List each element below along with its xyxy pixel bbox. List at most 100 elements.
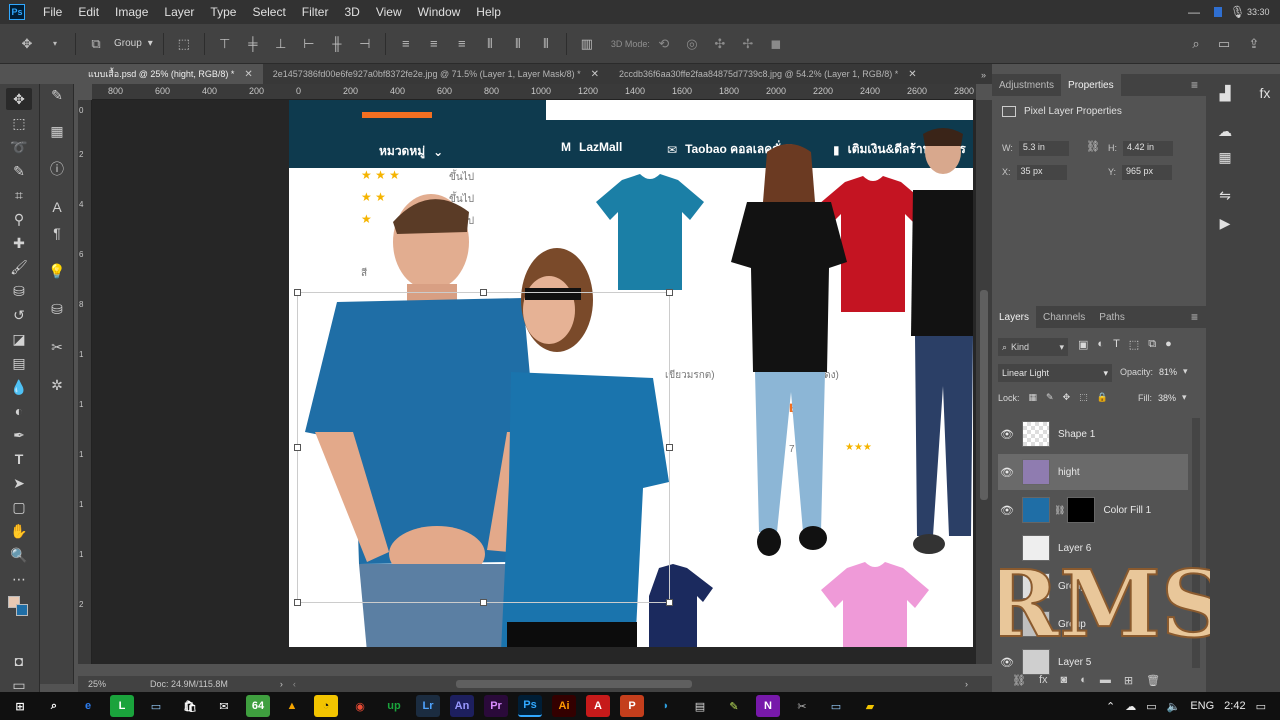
line-app-icon[interactable]: L [110, 695, 134, 717]
panel-menu-icon[interactable]: ≡ [1191, 78, 1198, 92]
new-group-icon[interactable]: ▬ [1100, 674, 1111, 687]
delete-layer-icon[interactable]: 🗑 [1146, 674, 1160, 687]
workspace-icon[interactable]: ▭ [1213, 33, 1235, 55]
filter-type-icon[interactable]: T [1113, 338, 1120, 351]
align-left-icon[interactable]: ⊢ [298, 33, 320, 55]
close-icon[interactable]: ✕ [591, 69, 599, 80]
premiere-icon[interactable]: Pr [484, 695, 508, 717]
history-panel-icon[interactable]: ✎ [46, 84, 68, 106]
link-proportions-icon[interactable]: ⛓ [1086, 140, 1100, 153]
horizontal-scroll-thumb[interactable] [455, 680, 692, 688]
stamp-tool-icon[interactable]: ⛁ [6, 280, 32, 302]
eraser-tool-icon[interactable]: ◪ [6, 328, 32, 350]
vertical-scrollbar[interactable] [976, 100, 992, 664]
light-bulb-icon[interactable]: 💡 [46, 260, 68, 282]
tab-layers[interactable]: Layers [992, 306, 1037, 328]
play-icon[interactable]: ▶ [1214, 212, 1236, 234]
distribute-hcenter-icon[interactable]: ⦀ [507, 33, 529, 55]
search-icon[interactable]: ⌕ [42, 695, 66, 717]
roll-3d-icon[interactable]: ◎ [681, 33, 703, 55]
filter-smart-object-icon[interactable]: ⧉ [1148, 338, 1156, 351]
filter-adjustment-icon[interactable]: ◐ [1097, 338, 1104, 351]
powerpoint-icon[interactable]: P [620, 695, 644, 717]
slide-3d-icon[interactable]: ✢ [737, 33, 759, 55]
tool-presets-icon[interactable]: ✂ [46, 336, 68, 358]
edge-app-icon[interactable]: ◗ [654, 695, 678, 717]
windows-start-icon[interactable]: ⊞ [8, 695, 32, 717]
photoshop-taskbar-icon[interactable]: Ps [518, 695, 542, 717]
layer-row-selected[interactable]: 👁 hight [998, 454, 1188, 490]
auto-align-icon[interactable]: ▥ [576, 33, 598, 55]
quick-select-tool-icon[interactable]: ✎ [6, 160, 32, 182]
opacity-input[interactable]: 81% [1159, 367, 1177, 377]
language-indicator[interactable]: ENG [1190, 700, 1214, 712]
drag-3d-icon[interactable]: ✣ [709, 33, 731, 55]
scroll-left-icon[interactable]: ‹ [293, 679, 296, 689]
upwork-icon[interactable]: up [382, 695, 406, 717]
transform-handle-top-left[interactable] [294, 289, 301, 296]
menu-edit[interactable]: Edit [70, 0, 107, 24]
transform-handle-top[interactable] [480, 289, 487, 296]
layer-style-icon[interactable]: fx [1039, 674, 1048, 687]
distribute-vcenter-icon[interactable]: ≡ [423, 33, 445, 55]
animate-icon[interactable]: An [450, 695, 474, 717]
new-layer-icon[interactable]: ⊞ [1124, 674, 1133, 687]
tab-overflow-icon[interactable]: » [981, 70, 986, 80]
align-top-icon[interactable]: ⊤ [214, 33, 236, 55]
width-input[interactable]: 5.3 in [1018, 140, 1069, 156]
distribute-left-icon[interactable]: ⦀ [479, 33, 501, 55]
character-panel-icon[interactable]: A [46, 196, 68, 218]
volume-icon[interactable]: 🔈 [1167, 700, 1181, 713]
link-layers-icon[interactable]: ⛓ [1012, 674, 1026, 687]
distribute-bottom-icon[interactable]: ≡ [451, 33, 473, 55]
navigator-icon[interactable]: ✲ [46, 374, 68, 396]
notifications-icon[interactable]: ▭ [1256, 700, 1266, 713]
tools-app-icon[interactable]: ✂ [790, 695, 814, 717]
sticky-app-icon[interactable]: ◔ [314, 695, 338, 717]
eyedropper-tool-icon[interactable]: ⚲ [6, 208, 32, 230]
height-input[interactable]: 4.42 in [1123, 140, 1173, 156]
menu-window[interactable]: Window [410, 0, 469, 24]
taskbar-clock[interactable]: 2:42 [1224, 700, 1245, 712]
paragraph-panel-icon[interactable]: ¶ [46, 222, 68, 244]
path-select-tool-icon[interactable]: ➤ [6, 472, 32, 494]
blur-tool-icon[interactable]: 💧 [6, 376, 32, 398]
quick-mask-icon[interactable]: ◘ [6, 650, 32, 672]
restore-button[interactable] [1214, 0, 1226, 24]
brush-tool-icon[interactable]: 🖌 [6, 256, 32, 278]
share-icon[interactable]: ⇪ [1243, 33, 1265, 55]
background-color-swatch[interactable] [16, 604, 28, 616]
dodge-tool-icon[interactable]: ◐ [6, 400, 32, 422]
x-input[interactable]: 35 px [1016, 164, 1067, 180]
info-panel-icon[interactable]: ⓘ [46, 158, 68, 180]
zoom-tool-icon[interactable]: 🔍 [6, 544, 32, 566]
transform-handle-bottom-right[interactable] [666, 599, 673, 606]
close-icon[interactable]: ✕ [244, 69, 252, 80]
notes-app-icon[interactable]: ▤ [688, 695, 712, 717]
menu-view[interactable]: View [368, 0, 410, 24]
folder-icon[interactable]: ▰ [858, 695, 882, 717]
illustrator-icon[interactable]: Ai [552, 695, 576, 717]
64bit-app-icon[interactable]: 64 [246, 695, 270, 717]
shape-tool-icon[interactable]: ▢ [6, 496, 32, 518]
lock-artboard-icon[interactable]: ⬚ [1079, 392, 1088, 403]
pen-tool-icon[interactable]: ✒ [6, 424, 32, 446]
filter-shape-icon[interactable]: ⬚ [1129, 338, 1139, 351]
libraries-icon[interactable]: ☁ [1214, 120, 1236, 142]
visibility-eye-icon[interactable]: 👁 [998, 466, 1016, 479]
menu-image[interactable]: Image [107, 0, 156, 24]
crop-tool-icon[interactable]: ⌗ [6, 184, 32, 206]
filter-toggle-icon[interactable]: ● [1165, 338, 1172, 351]
display-app-icon[interactable]: ▭ [824, 695, 848, 717]
tab-channels[interactable]: Channels [1036, 306, 1092, 328]
edge-browser-icon[interactable]: e [76, 695, 100, 717]
marquee-tool-icon[interactable]: ⬚ [6, 112, 32, 134]
swatches-icon[interactable]: ▦ [1214, 146, 1236, 168]
chevron-down-icon[interactable]: ▾ [1182, 392, 1187, 403]
tab-document-2[interactable]: 2e1457386fd00e6fe927a0bf8372fe2e.jpg @ 7… [262, 64, 610, 84]
menu-help[interactable]: Help [468, 0, 509, 24]
visibility-eye-icon[interactable]: 👁 [998, 504, 1016, 517]
onedrive-icon[interactable]: ☁ [1125, 700, 1136, 713]
lasso-tool-icon[interactable]: ➰ [6, 136, 32, 158]
fill-input[interactable]: 38% [1158, 393, 1176, 403]
